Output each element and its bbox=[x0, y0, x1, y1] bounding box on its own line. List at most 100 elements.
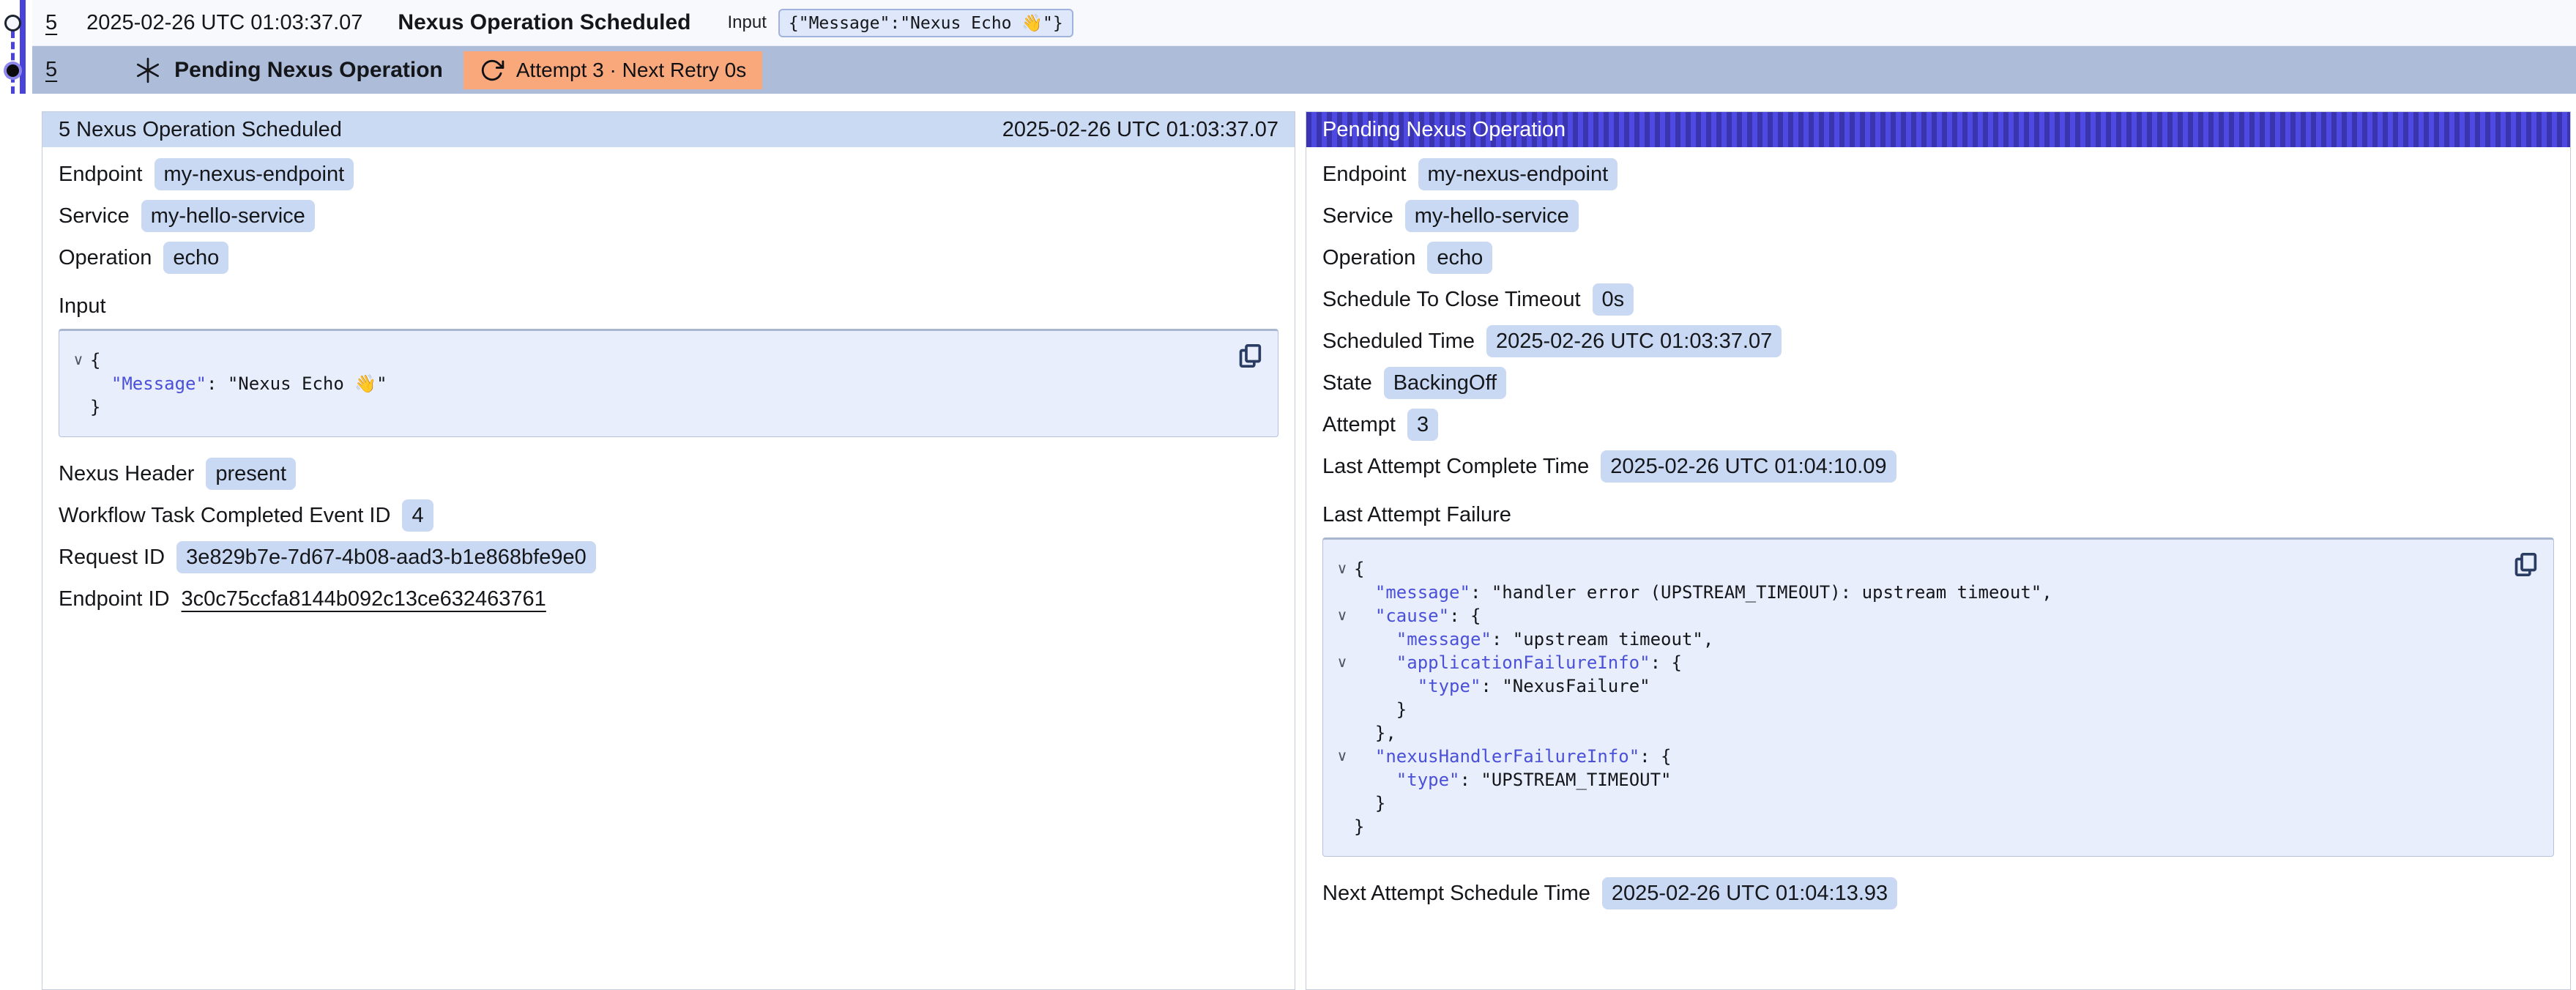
field-label-state: State bbox=[1322, 371, 1372, 395]
attempt-value-badge: 3 bbox=[1407, 409, 1438, 441]
json-line: ∨{ bbox=[67, 349, 1263, 372]
field-row-state: State BackingOff bbox=[1322, 367, 2554, 399]
field-label-input: Input bbox=[59, 294, 1278, 319]
field-row-operation: Operation echo bbox=[1322, 242, 2554, 274]
collapse-chevron-icon[interactable]: ∨ bbox=[1330, 651, 1354, 674]
json-text: "Message": "Nexus Echo 👋" bbox=[90, 372, 387, 395]
field-label-endpoint-id: Endpoint ID bbox=[59, 587, 170, 611]
json-text: "type": "NexusFailure" bbox=[1354, 674, 1650, 698]
field-row-nexus-header: Nexus Header present bbox=[59, 458, 1278, 490]
pending-operation-panel-header: Pending Nexus Operation bbox=[1306, 112, 2570, 147]
operation-value-badge: echo bbox=[1427, 242, 1492, 274]
collapse-chevron-icon[interactable]: ∨ bbox=[1330, 604, 1354, 628]
field-label-schedule-to-close-timeout: Schedule To Close Timeout bbox=[1322, 288, 1581, 312]
endpoint-value-badge: my-nexus-endpoint bbox=[1418, 158, 1618, 190]
json-text: "message": "handler error (UPSTREAM_TIME… bbox=[1354, 581, 2052, 604]
field-label-operation: Operation bbox=[1322, 246, 1415, 270]
timeline-active-bar bbox=[20, 0, 26, 94]
state-value-badge: BackingOff bbox=[1384, 367, 1506, 399]
event-detail-panel: 5 Nexus Operation Scheduled 2025-02-26 U… bbox=[42, 111, 1295, 990]
retry-attempt-badge: Attempt 3 · Next Retry 0s bbox=[464, 51, 762, 89]
service-value-badge: my-hello-service bbox=[141, 200, 315, 232]
json-text: } bbox=[1354, 815, 1364, 838]
detail-panels: 5 Nexus Operation Scheduled 2025-02-26 U… bbox=[42, 111, 2571, 990]
field-row-endpoint-id: Endpoint ID 3c0c75ccfa8144b092c13ce632463… bbox=[59, 583, 1278, 615]
field-row-workflow-task-completed-event-id: Workflow Task Completed Event ID4 bbox=[59, 499, 1278, 532]
collapse-chevron-icon[interactable]: ∨ bbox=[1330, 557, 1354, 581]
input-label: Input bbox=[728, 12, 767, 33]
json-text: } bbox=[1354, 792, 1385, 815]
endpoint-id-link[interactable]: 3c0c75ccfa8144b092c13ce632463761 bbox=[182, 587, 546, 611]
field-row-schedule-to-close-timeout: Schedule To Close Timeout 0s bbox=[1322, 283, 2554, 316]
timeline-dashed-line bbox=[11, 31, 15, 94]
endpoint-value-badge: my-nexus-endpoint bbox=[155, 158, 354, 190]
field-row-last-attempt-complete-time: Last Attempt Complete Time2025-02-26 UTC… bbox=[1322, 450, 2554, 483]
json-text: } bbox=[1354, 698, 1407, 721]
field-label-service: Service bbox=[1322, 204, 1393, 228]
field-label-nexus-header: Nexus Header bbox=[59, 462, 194, 486]
json-text: "applicationFailureInfo": { bbox=[1354, 651, 1682, 674]
field-row-next-attempt-schedule-time: Next Attempt Schedule Time 2025-02-26 UTC… bbox=[1322, 877, 2554, 909]
json-line: }, bbox=[1330, 721, 2539, 745]
event-detail-panel-title: 5 Nexus Operation Scheduled bbox=[59, 118, 342, 142]
field-label-request-id: Request ID bbox=[59, 546, 165, 570]
workflow-task-completed-event-id-value-badge: 4 bbox=[402, 499, 433, 532]
event-detail-panel-body: Endpointmy-nexus-endpoint Service my-hello… bbox=[42, 147, 1295, 639]
retry-badge-text: Attempt 3 · Next Retry 0s bbox=[516, 59, 746, 82]
json-text: } bbox=[90, 395, 100, 419]
event-detail-panel-timestamp: 2025-02-26 UTC 01:03:37.07 bbox=[1002, 118, 1278, 142]
field-row-scheduled-time: Scheduled Time 2025-02-26 UTC 01:03:37.07 bbox=[1322, 325, 2554, 357]
json-line: "type": "UPSTREAM_TIMEOUT" bbox=[1330, 768, 2539, 792]
gutter-spacer bbox=[1330, 581, 1354, 604]
gutter-spacer bbox=[1330, 792, 1354, 815]
gutter-spacer bbox=[1330, 768, 1354, 792]
code-block-input: ∨{ "Message": "Nexus Echo 👋"} bbox=[59, 329, 1278, 437]
pending-event-id-link[interactable]: 5 bbox=[45, 58, 57, 82]
next-attempt-schedule-time-value-badge: 2025-02-26 UTC 01:04:13.93 bbox=[1602, 877, 1897, 909]
field-label-endpoint: Endpoint bbox=[1322, 163, 1407, 187]
timeline-node-current-icon bbox=[7, 64, 19, 77]
pending-asterisk-icon bbox=[133, 56, 163, 85]
copy-icon[interactable] bbox=[2511, 550, 2540, 579]
json-line: } bbox=[1330, 698, 2539, 721]
field-label-last-attempt-failure: Last Attempt Failure bbox=[1322, 503, 2554, 527]
gutter-spacer bbox=[1330, 674, 1354, 698]
pending-event-title: Pending Nexus Operation bbox=[174, 58, 443, 83]
event-history-rows: 5 2025-02-26 UTC 01:03:37.07 Nexus Opera… bbox=[32, 0, 2576, 94]
event-row-nexus-operation-scheduled[interactable]: 5 2025-02-26 UTC 01:03:37.07 Nexus Opera… bbox=[32, 0, 2576, 46]
event-id-link[interactable]: 5 bbox=[45, 11, 57, 35]
event-row-pending-nexus-operation[interactable]: 5 Pending Nexus Operation Attempt 3 · Ne… bbox=[32, 46, 2576, 94]
scheduled-time-value-badge: 2025-02-26 UTC 01:03:37.07 bbox=[1486, 325, 1782, 357]
json-line: } bbox=[1330, 792, 2539, 815]
json-text: { bbox=[90, 349, 100, 372]
collapse-chevron-icon[interactable]: ∨ bbox=[1330, 745, 1354, 768]
collapse-chevron-icon[interactable]: ∨ bbox=[67, 349, 90, 372]
event-title: Nexus Operation Scheduled bbox=[398, 10, 690, 35]
field-row-endpoint: Endpointmy-nexus-endpoint bbox=[59, 158, 1278, 190]
field-label-next-attempt-schedule-time: Next Attempt Schedule Time bbox=[1322, 882, 1590, 906]
gutter-spacer bbox=[67, 372, 90, 395]
json-text: { bbox=[1354, 557, 1364, 581]
json-text: "cause": { bbox=[1354, 604, 1481, 628]
field-label-last-attempt-complete-time: Last Attempt Complete Time bbox=[1322, 455, 1589, 479]
field-label-scheduled-time: Scheduled Time bbox=[1322, 330, 1475, 354]
json-line: "message": "handler error (UPSTREAM_TIME… bbox=[1330, 581, 2539, 604]
gutter-spacer bbox=[1330, 698, 1354, 721]
field-label-service: Service bbox=[59, 204, 130, 228]
nexus-header-value-badge: present bbox=[206, 458, 296, 490]
schedule-to-close-timeout-value-badge: 0s bbox=[1593, 283, 1634, 316]
field-row-attempt: Attempt3 bbox=[1322, 409, 2554, 441]
field-label-operation: Operation bbox=[59, 246, 152, 270]
service-value-badge: my-hello-service bbox=[1405, 200, 1579, 232]
json-text: "nexusHandlerFailureInfo": { bbox=[1354, 745, 1672, 768]
json-line: ∨ "nexusHandlerFailureInfo": { bbox=[1330, 745, 2539, 768]
request-id-value-badge: 3e829b7e-7d67-4b08-aad3-b1e868bfe9e0 bbox=[176, 541, 596, 573]
pending-operation-panel: Pending Nexus Operation Endpoint my-nexus… bbox=[1306, 111, 2571, 990]
gutter-spacer bbox=[1330, 815, 1354, 838]
json-text: }, bbox=[1354, 721, 1396, 745]
json-line: } bbox=[1330, 815, 2539, 838]
field-row-endpoint: Endpoint my-nexus-endpoint bbox=[1322, 158, 2554, 190]
timeline-node-open-icon bbox=[4, 15, 21, 31]
gutter-spacer bbox=[1330, 721, 1354, 745]
copy-icon[interactable] bbox=[1235, 341, 1265, 371]
